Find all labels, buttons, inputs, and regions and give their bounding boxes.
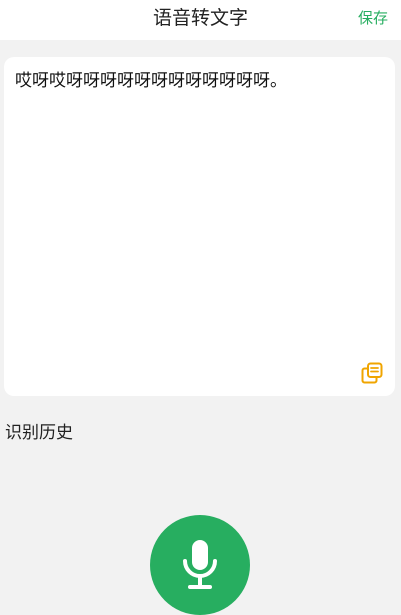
copy-button[interactable]: [360, 361, 384, 385]
transcript-text[interactable]: 哎呀哎呀呀呀呀呀呀呀呀呀呀呀呀。: [15, 69, 385, 93]
record-button[interactable]: [150, 515, 250, 615]
page-title: 语音转文字: [152, 7, 248, 29]
copy-icon: [361, 362, 383, 384]
top-bar: 语音转文字 保存: [0, 0, 401, 40]
microphone-icon: [183, 540, 217, 589]
history-label: 识别历史: [5, 423, 73, 443]
transcript-card: 哎呀哎呀呀呀呀呀呀呀呀呀呀呀呀。: [4, 57, 395, 396]
save-button[interactable]: 保存: [358, 0, 388, 40]
